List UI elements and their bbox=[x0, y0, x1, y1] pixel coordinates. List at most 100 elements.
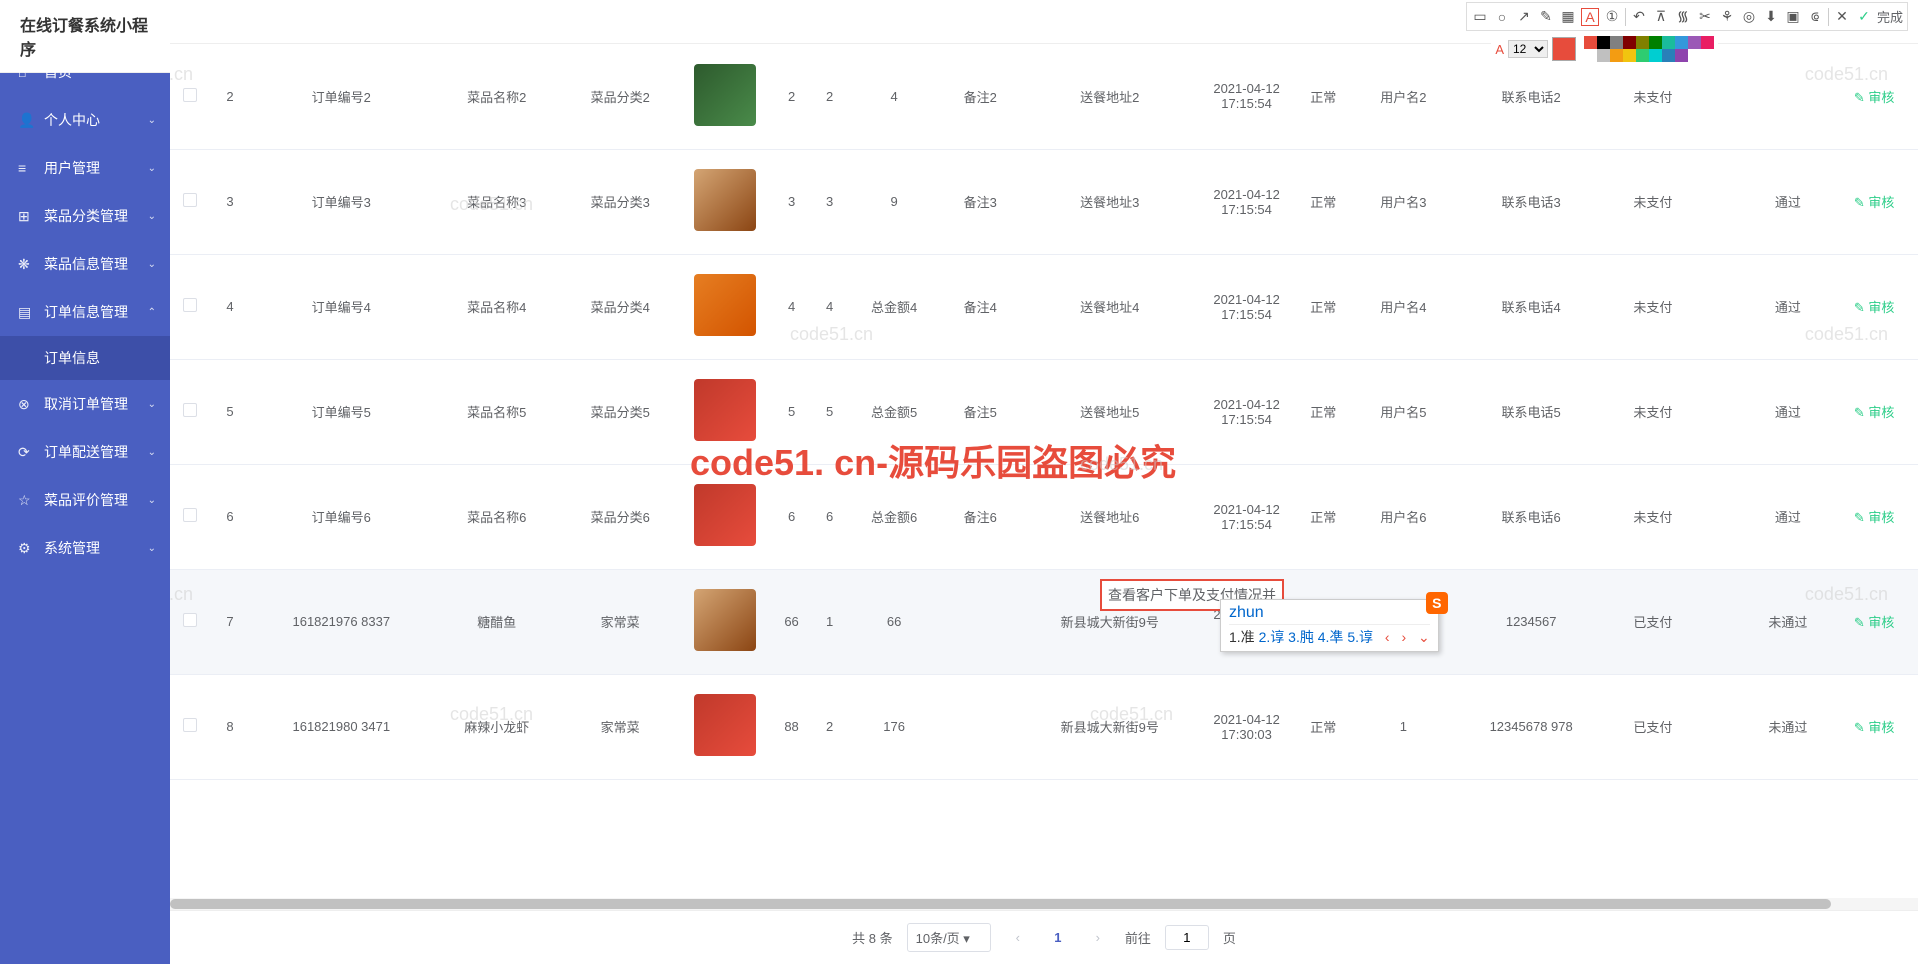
ime-cand-3[interactable]: 3.肫 bbox=[1288, 629, 1314, 645]
arrow-tool-icon[interactable]: ↗ bbox=[1515, 8, 1533, 26]
menu-order-info[interactable]: ▤订单信息管理⌃ bbox=[0, 288, 170, 336]
color-swatch[interactable] bbox=[1675, 49, 1688, 62]
color-swatch[interactable] bbox=[1636, 49, 1649, 62]
color-swatch[interactable] bbox=[1636, 36, 1649, 49]
color-swatch[interactable] bbox=[1584, 36, 1597, 49]
undo-icon[interactable]: ↶ bbox=[1630, 8, 1648, 26]
color-swatch[interactable] bbox=[1688, 36, 1701, 49]
cell-phone: 联系电话5 bbox=[1452, 359, 1611, 464]
font-size-select[interactable]: 12 bbox=[1508, 40, 1548, 58]
ime-prev-icon[interactable]: ‹ bbox=[1385, 629, 1390, 645]
color-swatch[interactable] bbox=[1675, 36, 1688, 49]
number-tool-icon[interactable]: ① bbox=[1603, 8, 1621, 26]
chevron-down-icon: ⌄ bbox=[148, 447, 156, 458]
color-swatch[interactable] bbox=[1662, 36, 1675, 49]
cell-user: 用户名2 bbox=[1355, 44, 1452, 149]
menu-dish-info[interactable]: ❋菜品信息管理⌄ bbox=[0, 240, 170, 288]
cell-user: 用户名4 bbox=[1355, 254, 1452, 359]
color-swatch[interactable] bbox=[1623, 49, 1636, 62]
row-checkbox[interactable] bbox=[183, 298, 197, 312]
color-swatch[interactable] bbox=[1649, 36, 1662, 49]
cell-phone: 联系电话6 bbox=[1452, 464, 1611, 569]
text-tool-icon[interactable]: A bbox=[1581, 8, 1599, 26]
color-swatch[interactable] bbox=[1701, 36, 1714, 49]
cell-dish-name: 菜品名称6 bbox=[433, 464, 561, 569]
audit-link[interactable]: 审核 bbox=[1854, 195, 1895, 210]
ime-cand-1[interactable]: 1.准 bbox=[1229, 629, 1255, 645]
chevron-down-icon: ⌄ bbox=[148, 399, 156, 410]
audit-link[interactable]: 审核 bbox=[1854, 615, 1895, 630]
dish-image bbox=[694, 274, 756, 336]
row-index: 7 bbox=[210, 569, 250, 674]
page-prev-button[interactable]: ‹ bbox=[1005, 925, 1031, 951]
cell-order-no: 订单编号6 bbox=[250, 464, 433, 569]
cell-dish-name: 糖醋鱼 bbox=[433, 569, 561, 674]
ime-candidates[interactable]: 1.准 2.谆 3.肫 4.凖 5.谆 ‹ › ⌄ bbox=[1229, 627, 1430, 647]
audit-link[interactable]: 审核 bbox=[1854, 90, 1895, 105]
row-index: 6 bbox=[210, 464, 250, 569]
row-checkbox[interactable] bbox=[183, 403, 197, 417]
menu-home[interactable]: ⌂首页 bbox=[0, 48, 170, 96]
cell-pass: 通过 bbox=[1745, 149, 1830, 254]
protect-icon[interactable]: ◎ bbox=[1740, 8, 1758, 26]
close-icon[interactable]: ✕ bbox=[1833, 8, 1851, 26]
menu-system[interactable]: ⚙系统管理⌄ bbox=[0, 524, 170, 572]
menu-order-info-sub[interactable]: 订单信息 bbox=[0, 336, 170, 380]
menu-cancel-order[interactable]: ⊗取消订单管理⌄ bbox=[0, 380, 170, 428]
cell-qty2: 5 bbox=[814, 359, 846, 464]
horizontal-scrollbar[interactable] bbox=[170, 898, 1918, 910]
cell-pass: 通过 bbox=[1745, 254, 1830, 359]
ocr-icon[interactable]: ᯾ bbox=[1674, 8, 1692, 26]
download-icon[interactable]: ⬇ bbox=[1762, 8, 1780, 26]
ime-cand-2[interactable]: 2.谆 bbox=[1259, 629, 1285, 645]
ime-popup[interactable]: S zhun 1.准 2.谆 3.肫 4.凖 5.谆 ‹ › ⌄ bbox=[1220, 599, 1439, 652]
cut-icon[interactable]: ✂ bbox=[1696, 8, 1714, 26]
audit-link[interactable]: 审核 bbox=[1854, 720, 1895, 735]
font-color-icon[interactable]: A bbox=[1495, 42, 1504, 57]
rect-tool-icon[interactable]: ▭ bbox=[1471, 8, 1489, 26]
ime-next-icon[interactable]: › bbox=[1401, 629, 1406, 645]
cell-time: 2021-04-12 17:15:54 bbox=[1202, 359, 1292, 464]
check-icon[interactable]: ✓ bbox=[1855, 8, 1873, 26]
menu-delivery[interactable]: ⟳订单配送管理⌄ bbox=[0, 428, 170, 476]
mosaic-tool-icon[interactable]: ▦ bbox=[1559, 8, 1577, 26]
row-checkbox[interactable] bbox=[183, 88, 197, 102]
color-swatch[interactable] bbox=[1597, 49, 1610, 62]
page-number-1[interactable]: 1 bbox=[1045, 925, 1071, 951]
color-swatch[interactable] bbox=[1610, 36, 1623, 49]
ime-cand-5[interactable]: 5.谆 bbox=[1347, 629, 1373, 645]
done-button[interactable]: 完成 bbox=[1877, 7, 1903, 26]
menu-personal[interactable]: 👤个人中心⌄ bbox=[0, 96, 170, 144]
bookmark-icon[interactable]: ⟃ bbox=[1806, 8, 1824, 26]
page-size-select[interactable]: 10条/页 ▾ bbox=[907, 923, 991, 952]
row-checkbox[interactable] bbox=[183, 718, 197, 732]
audit-link[interactable]: 审核 bbox=[1854, 405, 1895, 420]
color-swatch[interactable] bbox=[1584, 49, 1597, 62]
menu-dish-review[interactable]: ☆菜品评价管理⌄ bbox=[0, 476, 170, 524]
translate-icon[interactable]: ⚘ bbox=[1718, 8, 1736, 26]
pin-icon[interactable]: ▣ bbox=[1784, 8, 1802, 26]
menu-user-mgmt[interactable]: ≡用户管理⌄ bbox=[0, 144, 170, 192]
row-checkbox[interactable] bbox=[183, 613, 197, 627]
current-color[interactable] bbox=[1552, 37, 1576, 61]
row-checkbox[interactable] bbox=[183, 193, 197, 207]
table-container[interactable]: 2 订单编号2 菜品名称2 菜品分类2 2 2 4 备注2 送餐地址2 2021… bbox=[170, 44, 1918, 898]
goto-page-input[interactable] bbox=[1165, 925, 1209, 950]
color-swatch[interactable] bbox=[1597, 36, 1610, 49]
audit-link[interactable]: 审核 bbox=[1854, 510, 1895, 525]
menu-dish-category[interactable]: ⊞菜品分类管理⌄ bbox=[0, 192, 170, 240]
ime-cand-4[interactable]: 4.凖 bbox=[1318, 629, 1344, 645]
color-swatch[interactable] bbox=[1610, 49, 1623, 62]
audit-link[interactable]: 审核 bbox=[1854, 300, 1895, 315]
color-swatch[interactable] bbox=[1649, 49, 1662, 62]
ime-more-icon[interactable]: ⌄ bbox=[1418, 629, 1430, 645]
table-row: 8 161821980 3471 麻辣小龙虾 家常菜 88 2 176 新县城大… bbox=[170, 674, 1918, 779]
color-swatch[interactable] bbox=[1662, 49, 1675, 62]
scrollbar-thumb[interactable] bbox=[170, 899, 1831, 909]
row-checkbox[interactable] bbox=[183, 508, 197, 522]
circle-tool-icon[interactable]: ○ bbox=[1493, 8, 1511, 26]
redo-icon[interactable]: ⊼ bbox=[1652, 8, 1670, 26]
page-next-button[interactable]: › bbox=[1085, 925, 1111, 951]
color-swatch[interactable] bbox=[1623, 36, 1636, 49]
brush-tool-icon[interactable]: ✎ bbox=[1537, 8, 1555, 26]
